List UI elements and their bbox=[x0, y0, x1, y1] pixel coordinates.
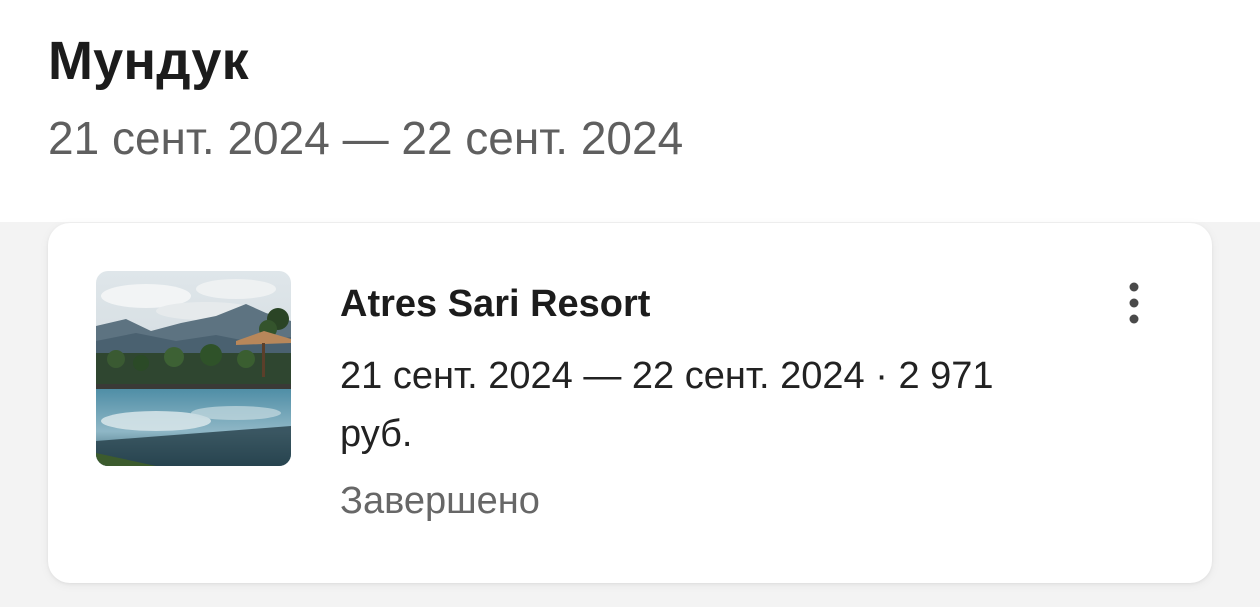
more-options-button[interactable] bbox=[1110, 273, 1158, 333]
trip-header: Мундук 21 сент. 2024 — 22 сент. 2024 bbox=[0, 0, 1260, 222]
hotel-name: Atres Sari Resort bbox=[340, 283, 651, 325]
booking-details: 21 сент. 2024 — 22 сент. 2024 · 2 971 ру… bbox=[340, 355, 994, 455]
more-vertical-icon bbox=[1129, 282, 1139, 324]
trip-title: Мундук bbox=[48, 31, 249, 91]
booking-status: Завершено bbox=[340, 480, 540, 522]
booking-card[interactable]: Atres Sari Resort 21 сент. 2024 — 22 сен… bbox=[48, 223, 1212, 583]
trip-dates: 21 сент. 2024 — 22 сент. 2024 bbox=[48, 112, 684, 164]
hotel-photo bbox=[96, 271, 291, 466]
